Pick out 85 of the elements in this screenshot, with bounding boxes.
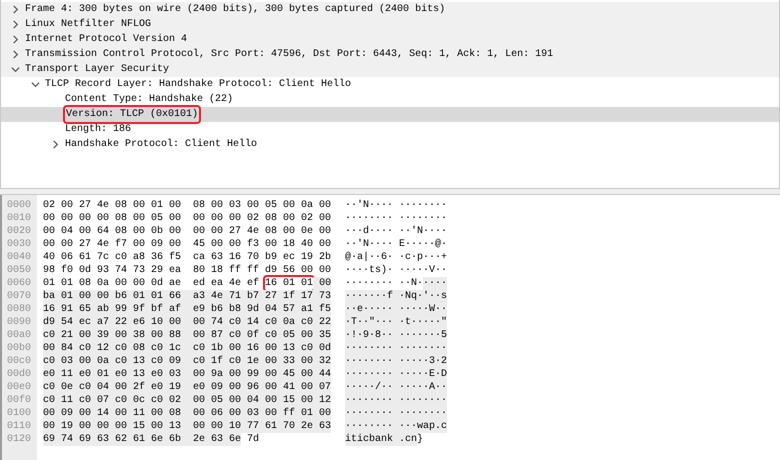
byte-offset: 00f0 [6, 394, 32, 407]
ascii-text: ····ts)· ·····V·· [345, 264, 448, 277]
ascii-text: ········ ···wap.c [345, 420, 448, 433]
byte-offset: 0090 [6, 316, 32, 329]
byte-offset: 00c0 [6, 355, 32, 368]
hex-bytes: 7d [246, 433, 260, 446]
ascii-text: @·a|··6· ·c·p···+ [345, 251, 448, 264]
hex-bytes: c0 21 00 39 00 38 00 88 00 87 c0 0f c0 05 00 35 [43, 329, 332, 342]
hex-bytes: 00 19 00 00 00 15 00 13 00 00 10 77 61 70 2e 63 [43, 420, 332, 433]
hex-bytes: 98 f0 0d 93 74 73 29 ea 80 18 ff ff d9 56 00 00 [43, 264, 332, 277]
tree-item-label: Frame 4: 300 bytes on wire (2400 bits), 300 bytes captured (2400 bits) [25, 2, 446, 17]
byte-offset: 00a0 [6, 329, 32, 342]
ascii-text: ··e····· ·····W·· [345, 303, 448, 316]
byte-offset: 0110 [6, 420, 32, 433]
hex-bytes: 00 09 00 14 00 11 00 08 00 06 00 03 00 ff 01 00 [43, 407, 332, 420]
byte-offset: 0120 [6, 433, 32, 446]
tree-item-label: TLCP Record Layer: Handshake Protocol: Client Hello [45, 78, 352, 92]
byte-offset: 0060 [6, 277, 32, 290]
hex-bytes: 00 04 00 64 08 00 0b 00 00 00 27 4e 08 00 0e 00 [43, 225, 332, 238]
hex-bytes: 40 06 61 7c c0 a8 36 f5 ca 63 16 70 b9 ec 19 2b [43, 251, 332, 264]
ascii-text: ·······f ·Nq·'··s [345, 290, 448, 303]
chevron-right-icon[interactable] [51, 140, 60, 149]
hex-bytes: c0 03 00 0a c0 13 c0 09 c0 1f c0 1e 00 33 00 32 [43, 355, 332, 368]
hex-bytes: 00 [313, 277, 332, 290]
byte-offset: 00b0 [6, 342, 32, 355]
tree-item[interactable]: Length: 186 [1, 122, 779, 137]
byte-offset: 0070 [6, 290, 32, 303]
tree-item-label: Version: TLCP (0x0101) [65, 107, 200, 122]
tree-item[interactable]: Internet Protocol Version 4 [1, 32, 779, 47]
hex-bytes: 00 00 00 00 08 00 05 00 00 00 00 02 08 00 02 00 [43, 212, 332, 225]
tree-item-label: Transmission Control Protocol, Src Port: 47596, Dst Port: 6443, Seq: 1, Ack: 1, Len: 191 [25, 48, 554, 62]
byte-offset: 00e0 [6, 381, 32, 394]
tree-item[interactable]: Handshake Protocol: Client Hello [1, 137, 779, 152]
tree-item[interactable]: Transport Layer Security [1, 62, 779, 77]
chevron-down-icon[interactable] [31, 80, 40, 89]
ascii-text: ········ ········ [345, 407, 448, 420]
tree-item[interactable]: Content Type: Handshake (22) [1, 92, 779, 107]
hex-bytes: d9 54 ec a7 22 e6 10 00 00 74 c0 14 c0 0a c0 22 [43, 316, 332, 329]
ascii-text: ········ ········ [345, 212, 448, 225]
tree-item-label: Handshake Protocol: Client Hello [65, 138, 258, 152]
byte-offset: 0050 [6, 264, 32, 277]
byte-offset: 0000 [6, 199, 32, 212]
byte-offset: 0080 [6, 303, 32, 316]
hex-bytes: 00 00 27 4e f7 00 09 00 45 00 00 f3 00 18 40 00 [43, 238, 332, 251]
hex-bytes: e0 11 e0 01 e0 13 e0 03 00 9a 00 99 00 45 00 44 [43, 368, 332, 381]
tree-item-label: Transport Layer Security [25, 62, 170, 77]
hex-bytes: ba 01 00 00 b6 01 01 66 a3 4e 71 b7 27 1f 17 73 [43, 290, 332, 303]
ascii-text: ·T··"··· ·t·····" [345, 316, 448, 329]
tree-item-label: Content Type: Handshake (22) [65, 92, 234, 107]
hex-bytes: c0 11 c0 07 c0 0c c0 02 00 05 00 04 00 15 00 12 [43, 394, 332, 407]
ascii-text: ··'N···· ········ [345, 199, 448, 212]
hex-bytes: 16 01 01 [265, 277, 314, 290]
chevron-down-icon[interactable] [11, 65, 20, 74]
ascii-text: ·····/·· ·····A·· [345, 381, 448, 394]
ascii-text: ···d···· ··'N···· [345, 225, 448, 238]
byte-offset: 0010 [6, 212, 32, 225]
tree-item[interactable]: TLCP Record Layer: Handshake Protocol: Client Hello [1, 77, 779, 92]
tree-item[interactable]: Version: TLCP (0x0101) [1, 107, 779, 122]
hex-bytes: c0 0e c0 04 00 2f e0 19 e0 09 00 96 00 41 00 07 [43, 381, 332, 394]
ascii-text: } [417, 433, 424, 446]
tree-item-label: Length: 186 [65, 122, 132, 137]
ascii-text: ·!·9·8·· ·······5 [345, 329, 448, 342]
byte-offset: 0100 [6, 407, 32, 420]
hex-bytes: 00 84 c0 12 c0 08 c0 1c c0 1b 00 16 00 13 c0 0d [43, 342, 332, 355]
byte-offset: 00d0 [6, 368, 32, 381]
hex-bytes: 01 01 08 0a 00 00 0d ae ed ea 4e ef [43, 277, 260, 290]
ascii-text: ········ ·····E·D [345, 368, 448, 381]
tree-item-label: Internet Protocol Version 4 [25, 32, 188, 47]
byte-offset: 0040 [6, 251, 32, 264]
ascii-text: ········ ········ [345, 342, 448, 355]
ascii-text: ··'N···· E·····@· [345, 238, 448, 251]
tree-item[interactable]: Linux Netfilter NFLOG [1, 17, 779, 32]
byte-offset: 0020 [6, 225, 32, 238]
byte-offset: 0030 [6, 238, 32, 251]
ascii-text: ········ ··N· [345, 277, 424, 290]
ascii-text: ···· [423, 277, 448, 290]
hex-bytes: 69 74 69 63 62 61 6e 6b 2e 63 6e [43, 433, 242, 446]
hex-bytes: 16 91 65 ab 99 9f bf af e9 b6 b8 9d 04 57 a1 f5 [43, 303, 332, 316]
ascii-text: ········ ·····3·2 [345, 355, 448, 368]
hex-bytes: 02 00 27 4e 08 00 01 00 08 00 03 00 05 00 0a 00 [43, 199, 332, 212]
tree-item-label: Linux Netfilter NFLOG [25, 18, 152, 32]
ascii-text: ········ ········ [345, 394, 448, 407]
tree-item[interactable]: Frame 4: 300 bytes on wire (2400 bits), 300 bytes captured (2400 bits) [1, 2, 779, 17]
ascii-text: iticbank .cn [345, 433, 418, 446]
tree-item[interactable]: Transmission Control Protocol, Src Port: 47596, Dst Port: 6443, Seq: 1, Ack: 1, Len: 191 [1, 47, 779, 62]
